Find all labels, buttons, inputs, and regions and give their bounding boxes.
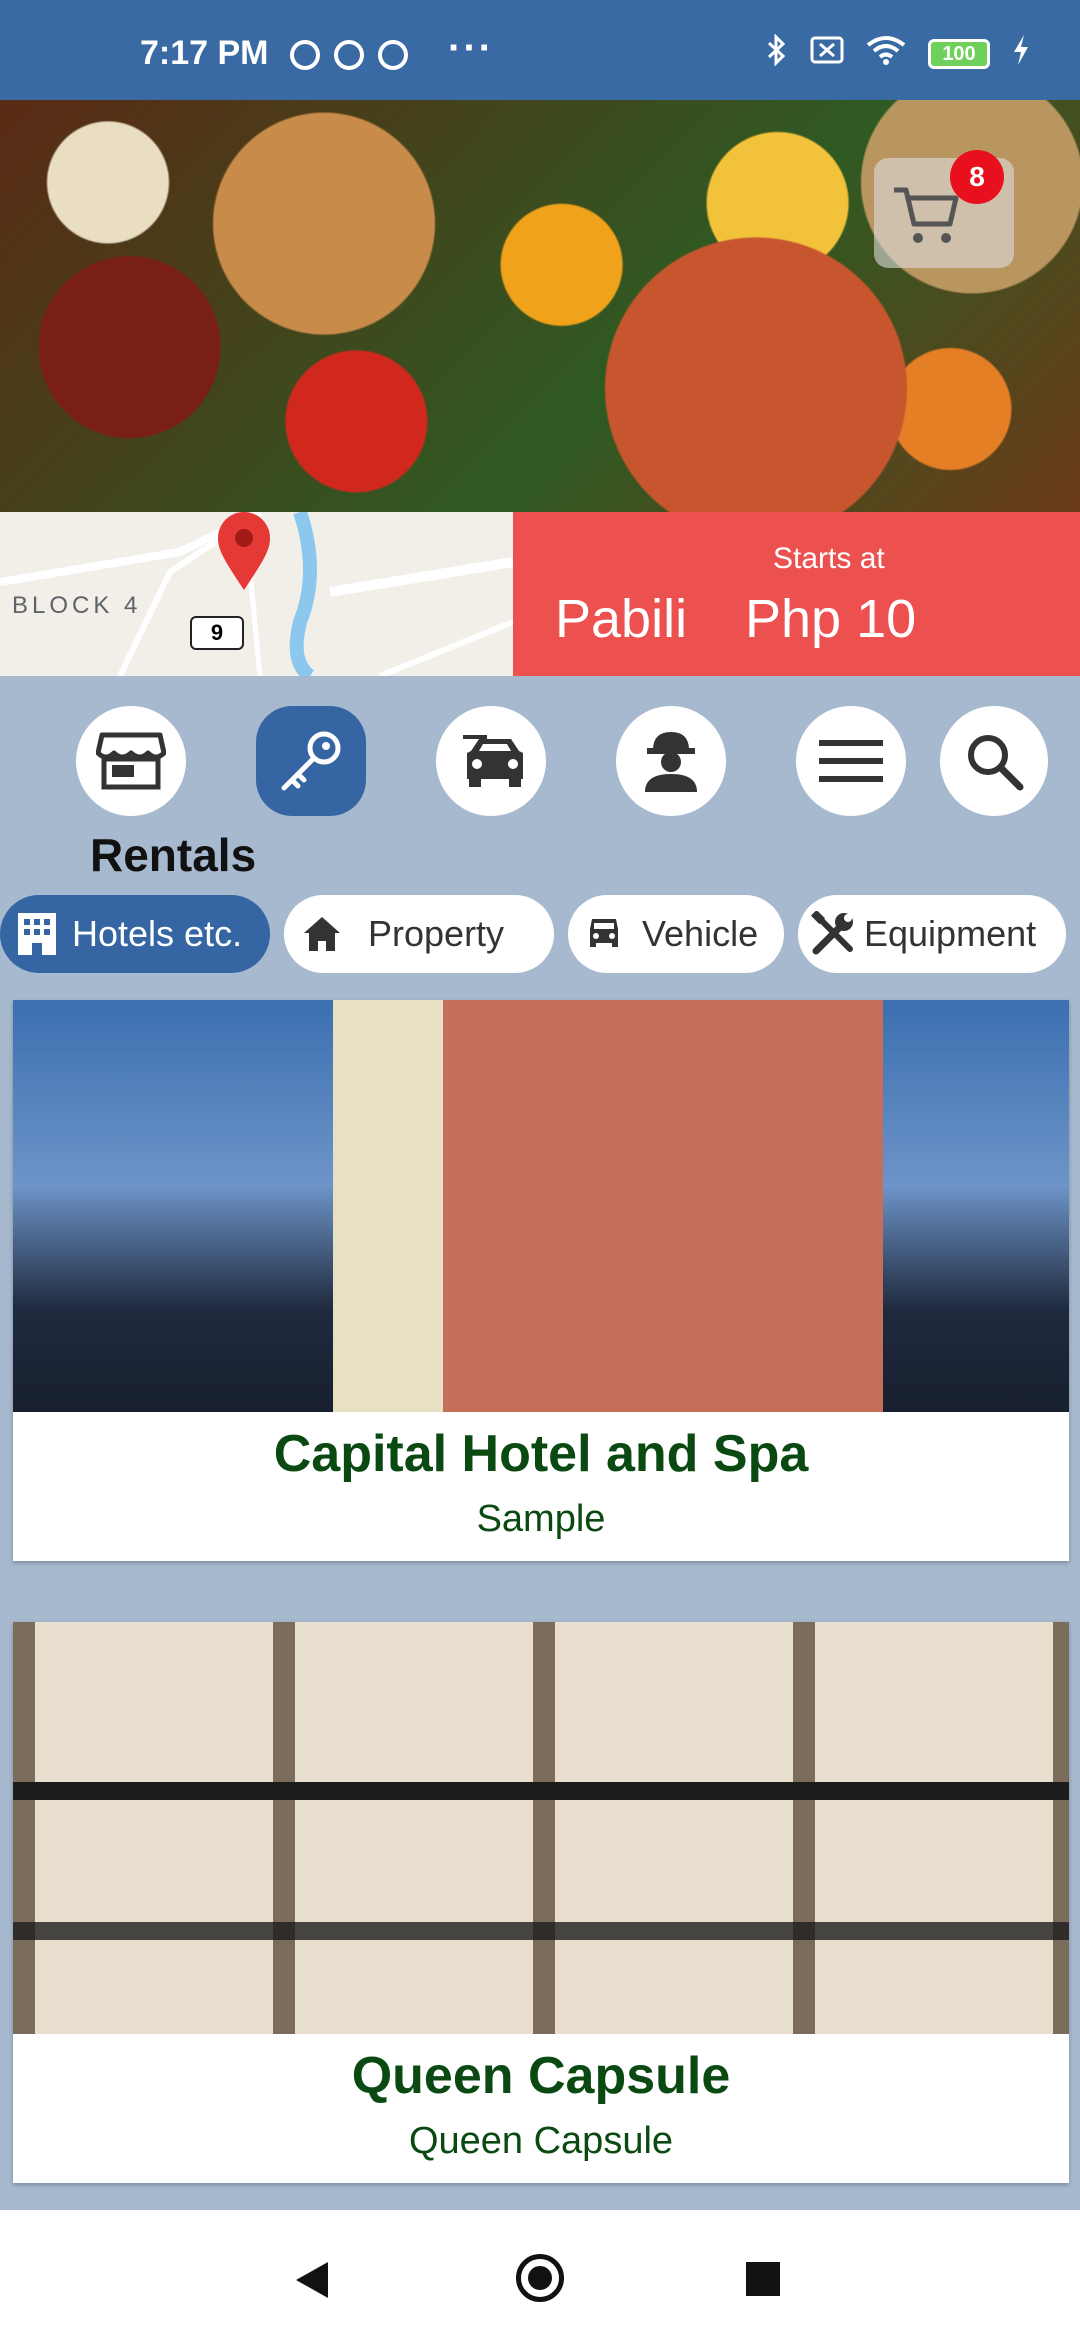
more-notifications-icon: ··· xyxy=(448,26,494,70)
listing-card[interactable]: Capital Hotel and Spa Sample xyxy=(13,1000,1069,1561)
rentals-category-button[interactable] xyxy=(256,706,366,816)
cart-count-badge: 8 xyxy=(950,150,1004,204)
menu-button[interactable] xyxy=(796,706,906,816)
section-title: Rentals xyxy=(90,829,257,881)
listing-subtitle: Sample xyxy=(476,1498,606,1540)
listing-subtitle: Queen Capsule xyxy=(408,2120,674,2162)
back-icon[interactable] xyxy=(296,2262,328,2298)
search-button[interactable] xyxy=(940,706,1048,816)
chip-hotels[interactable]: Hotels etc. xyxy=(0,895,270,973)
bluetooth-icon xyxy=(766,33,788,74)
store-icon xyxy=(96,732,166,790)
menu-icon xyxy=(819,740,883,782)
listing-card[interactable]: Queen Capsule Queen Capsule xyxy=(13,1622,1069,2183)
navigation-bar xyxy=(0,2210,1080,2340)
listing-image xyxy=(13,1622,1069,2034)
car-icon xyxy=(463,735,523,787)
notification-icons xyxy=(290,40,408,70)
listing-title: Capital Hotel and Spa xyxy=(273,1425,809,1483)
location-pin-icon xyxy=(218,512,270,590)
listing-title: Queen Capsule xyxy=(351,2047,731,2105)
chip-vehicle-label: Vehicle xyxy=(642,913,759,954)
car-icon xyxy=(590,919,618,947)
listing-image xyxy=(13,1000,1069,1412)
home-icon[interactable] xyxy=(516,2254,564,2302)
vehicle-category-button[interactable] xyxy=(436,706,546,816)
chip-equipment[interactable]: Equipment xyxy=(798,895,1066,973)
pabili-promo-banner[interactable]: Starts at Pabili Php 10 xyxy=(513,512,1080,676)
status-bar: 7:17 PM ··· 100 xyxy=(0,0,1080,100)
cart-icon xyxy=(894,187,959,243)
search-icon xyxy=(968,735,1024,791)
map-road-marker: 9 xyxy=(190,616,244,650)
charging-icon xyxy=(1012,35,1030,73)
battery-icon: 100 xyxy=(928,39,990,69)
services-category-button[interactable] xyxy=(616,706,726,816)
notification-icon xyxy=(334,40,364,70)
status-time: 7:17 PM xyxy=(140,34,269,72)
chip-hotels-label: Hotels etc. xyxy=(72,913,243,954)
promo-price: Php 10 xyxy=(745,589,917,649)
house-icon xyxy=(304,917,340,951)
building-icon xyxy=(18,913,56,955)
map-area-label: BLOCK 4 xyxy=(12,592,142,619)
sync-icon xyxy=(378,40,408,70)
wifi-icon xyxy=(866,35,906,73)
tools-icon xyxy=(810,911,853,955)
notification-icon xyxy=(290,40,320,70)
promo-starts-at: Starts at xyxy=(773,542,885,575)
sim-off-icon xyxy=(810,36,844,72)
recent-apps-icon[interactable] xyxy=(746,2262,780,2296)
chip-property[interactable]: Property xyxy=(284,895,554,973)
store-category-button[interactable] xyxy=(76,706,186,816)
chip-equipment-label: Equipment xyxy=(864,913,1037,954)
key-icon xyxy=(281,731,341,791)
system-icons: 100 xyxy=(766,33,1030,74)
chip-property-label: Property xyxy=(368,913,505,954)
promo-service-name: Pabili xyxy=(555,589,688,649)
worker-icon xyxy=(645,732,697,792)
chip-vehicle[interactable]: Vehicle xyxy=(568,895,784,973)
location-map[interactable]: BLOCK 4 9 xyxy=(0,512,513,676)
